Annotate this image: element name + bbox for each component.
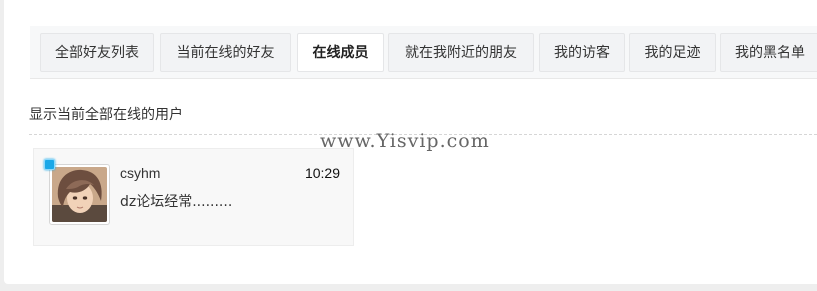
user-status-text: dz论坛经常.........	[120, 194, 233, 210]
watermark-text: www.Yisvip.com	[320, 130, 490, 152]
tab-nearby-friends[interactable]: 就在我附近的朋友	[388, 33, 534, 72]
online-user-card: csyhm 10:29 dz论坛经常.........	[33, 148, 354, 246]
online-time: 10:29	[304, 165, 340, 181]
avatar[interactable]	[49, 164, 110, 225]
tab-my-blacklist[interactable]: 我的黑名单	[720, 33, 817, 72]
tab-online-members[interactable]: 在线成员	[297, 33, 384, 72]
tab-online-friends[interactable]: 当前在线的好友	[160, 33, 291, 72]
tab-my-footprints[interactable]: 我的足迹	[629, 33, 716, 72]
tab-all-friends[interactable]: 全部好友列表	[40, 33, 154, 72]
friend-tabs: 全部好友列表 当前在线的好友 在线成员 就在我附近的朋友 我的访客 我的足迹 我…	[30, 26, 817, 79]
user-name-link[interactable]: csyhm	[120, 165, 160, 181]
tab-my-visitors[interactable]: 我的访客	[539, 33, 625, 72]
avatar-image	[52, 167, 107, 222]
section-description: 显示当前全部在线的用户	[29, 107, 183, 123]
online-status-icon	[44, 159, 55, 170]
page-panel: 全部好友列表 当前在线的好友 在线成员 就在我附近的朋友 我的访客 我的足迹 我…	[4, 0, 817, 284]
